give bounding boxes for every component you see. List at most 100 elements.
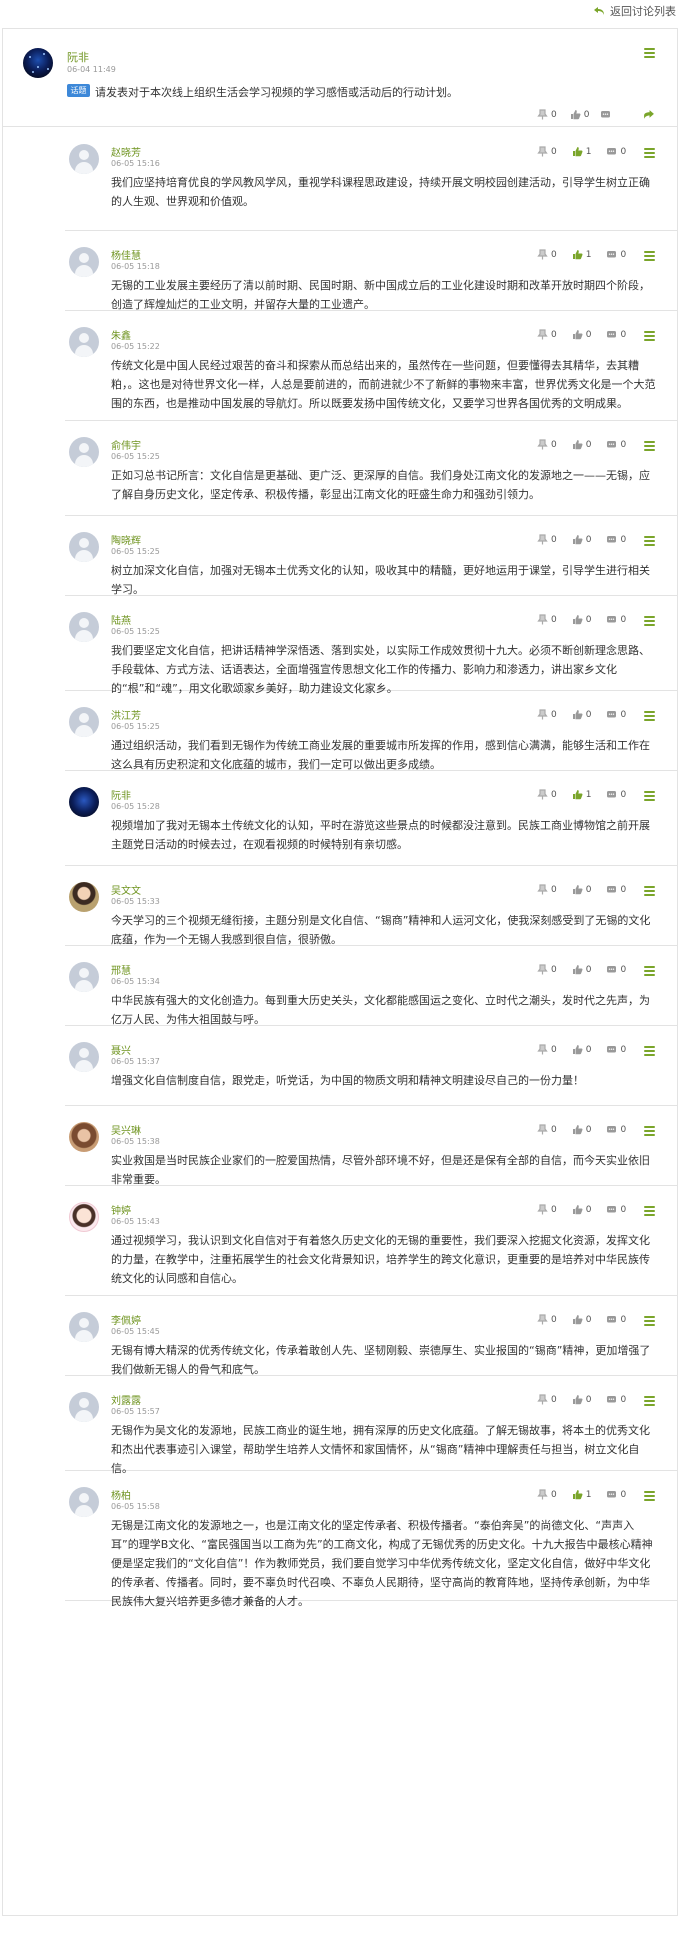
avatar[interactable] bbox=[69, 532, 99, 562]
menu-icon[interactable] bbox=[644, 1316, 655, 1326]
like-action[interactable]: 0 bbox=[572, 884, 591, 895]
like-action[interactable]: 1 bbox=[572, 249, 591, 260]
comment-action[interactable]: 0 bbox=[606, 884, 626, 895]
menu-icon[interactable] bbox=[644, 48, 655, 58]
avatar[interactable] bbox=[69, 1042, 99, 1072]
menu-icon[interactable] bbox=[644, 441, 655, 451]
like-action[interactable]: 0 bbox=[572, 1314, 591, 1325]
avatar[interactable] bbox=[69, 1392, 99, 1422]
like-action[interactable]: 0 bbox=[572, 534, 591, 545]
comment-action[interactable]: 0 bbox=[606, 249, 626, 260]
pin-action[interactable]: 0 bbox=[537, 439, 557, 450]
forward-action[interactable] bbox=[643, 109, 655, 121]
avatar[interactable] bbox=[69, 1122, 99, 1152]
like-action[interactable]: 0 bbox=[572, 709, 591, 720]
like-action[interactable]: 0 bbox=[572, 439, 591, 450]
reply-author[interactable]: 李佩婷 bbox=[111, 1312, 141, 1327]
menu-icon[interactable] bbox=[644, 1126, 655, 1136]
menu-icon[interactable] bbox=[644, 331, 655, 341]
pin-action[interactable]: 0 bbox=[537, 964, 557, 975]
avatar[interactable] bbox=[69, 612, 99, 642]
like-action[interactable]: 0 bbox=[572, 1394, 591, 1405]
menu-icon[interactable] bbox=[644, 616, 655, 626]
avatar[interactable] bbox=[69, 1202, 99, 1232]
like-action[interactable]: 0 bbox=[572, 1204, 591, 1215]
menu-icon[interactable] bbox=[644, 711, 655, 721]
menu-icon[interactable] bbox=[644, 536, 655, 546]
comment-action[interactable]: 0 bbox=[606, 439, 626, 450]
pin-action[interactable]: 0 bbox=[537, 109, 557, 120]
menu-icon[interactable] bbox=[644, 1206, 655, 1216]
comment-action[interactable]: 0 bbox=[606, 1489, 626, 1500]
menu-icon[interactable] bbox=[644, 1491, 655, 1501]
comment-action[interactable]: 0 bbox=[606, 534, 626, 545]
menu-icon[interactable] bbox=[644, 251, 655, 261]
reply-author[interactable]: 钟婷 bbox=[111, 1202, 131, 1217]
pin-action[interactable]: 0 bbox=[537, 709, 557, 720]
avatar[interactable] bbox=[69, 247, 99, 277]
comment-action[interactable] bbox=[600, 109, 611, 120]
pin-action[interactable]: 0 bbox=[537, 249, 557, 260]
reply-author[interactable]: 陶晓辉 bbox=[111, 532, 141, 547]
avatar[interactable] bbox=[69, 1312, 99, 1342]
reply-author[interactable]: 阮非 bbox=[111, 787, 131, 802]
avatar[interactable] bbox=[69, 962, 99, 992]
comment-action[interactable]: 0 bbox=[606, 1394, 626, 1405]
comment-action[interactable]: 0 bbox=[606, 789, 626, 800]
pin-action[interactable]: 0 bbox=[537, 1044, 557, 1055]
comment-action[interactable]: 0 bbox=[606, 146, 626, 157]
post-author[interactable]: 阮非 bbox=[67, 49, 89, 65]
pin-action[interactable]: 0 bbox=[537, 329, 557, 340]
avatar[interactable] bbox=[23, 48, 53, 78]
pin-action[interactable]: 0 bbox=[537, 1314, 557, 1325]
reply-author[interactable]: 杨佳慧 bbox=[111, 247, 141, 262]
menu-icon[interactable] bbox=[644, 791, 655, 801]
reply-author[interactable]: 刘露露 bbox=[111, 1392, 141, 1407]
comment-action[interactable]: 0 bbox=[606, 1124, 626, 1135]
like-action[interactable]: 1 bbox=[572, 1489, 591, 1500]
pin-action[interactable]: 0 bbox=[537, 884, 557, 895]
avatar[interactable] bbox=[69, 882, 99, 912]
like-action[interactable]: 1 bbox=[572, 789, 591, 800]
reply-author[interactable]: 邢慧 bbox=[111, 962, 131, 977]
menu-icon[interactable] bbox=[644, 1396, 655, 1406]
reply-author[interactable]: 朱鑫 bbox=[111, 327, 131, 342]
back-to-list-link[interactable]: 返回讨论列表 bbox=[593, 3, 676, 19]
pin-action[interactable]: 0 bbox=[537, 1394, 557, 1405]
comment-action[interactable]: 0 bbox=[606, 329, 626, 340]
comment-action[interactable]: 0 bbox=[606, 1044, 626, 1055]
avatar[interactable] bbox=[69, 1487, 99, 1517]
reply-author[interactable]: 陆燕 bbox=[111, 612, 131, 627]
pin-action[interactable]: 0 bbox=[537, 1489, 557, 1500]
comment-action[interactable]: 0 bbox=[606, 1314, 626, 1325]
menu-icon[interactable] bbox=[644, 148, 655, 158]
reply-author[interactable]: 洪江芳 bbox=[111, 707, 141, 722]
pin-action[interactable]: 0 bbox=[537, 1124, 557, 1135]
like-action[interactable]: 0 bbox=[572, 329, 591, 340]
comment-action[interactable]: 0 bbox=[606, 964, 626, 975]
reply-author[interactable]: 俞伟宇 bbox=[111, 437, 141, 452]
like-action[interactable]: 0 bbox=[572, 614, 591, 625]
pin-action[interactable]: 0 bbox=[537, 146, 557, 157]
pin-action[interactable]: 0 bbox=[537, 789, 557, 800]
avatar[interactable] bbox=[69, 787, 99, 817]
like-action[interactable]: 0 bbox=[570, 109, 589, 120]
pin-action[interactable]: 0 bbox=[537, 534, 557, 545]
like-action[interactable]: 0 bbox=[572, 964, 591, 975]
comment-action[interactable]: 0 bbox=[606, 614, 626, 625]
like-action[interactable]: 1 bbox=[572, 146, 591, 157]
reply-author[interactable]: 赵晓芳 bbox=[111, 144, 141, 159]
reply-author[interactable]: 吴兴琳 bbox=[111, 1122, 141, 1137]
avatar[interactable] bbox=[69, 707, 99, 737]
like-action[interactable]: 0 bbox=[572, 1044, 591, 1055]
comment-action[interactable]: 0 bbox=[606, 1204, 626, 1215]
avatar[interactable] bbox=[69, 327, 99, 357]
menu-icon[interactable] bbox=[644, 1046, 655, 1056]
comment-action[interactable]: 0 bbox=[606, 709, 626, 720]
reply-author[interactable]: 吴文文 bbox=[111, 882, 141, 897]
menu-icon[interactable] bbox=[644, 886, 655, 896]
like-action[interactable]: 0 bbox=[572, 1124, 591, 1135]
menu-icon[interactable] bbox=[644, 966, 655, 976]
pin-action[interactable]: 0 bbox=[537, 1204, 557, 1215]
avatar[interactable] bbox=[69, 437, 99, 467]
